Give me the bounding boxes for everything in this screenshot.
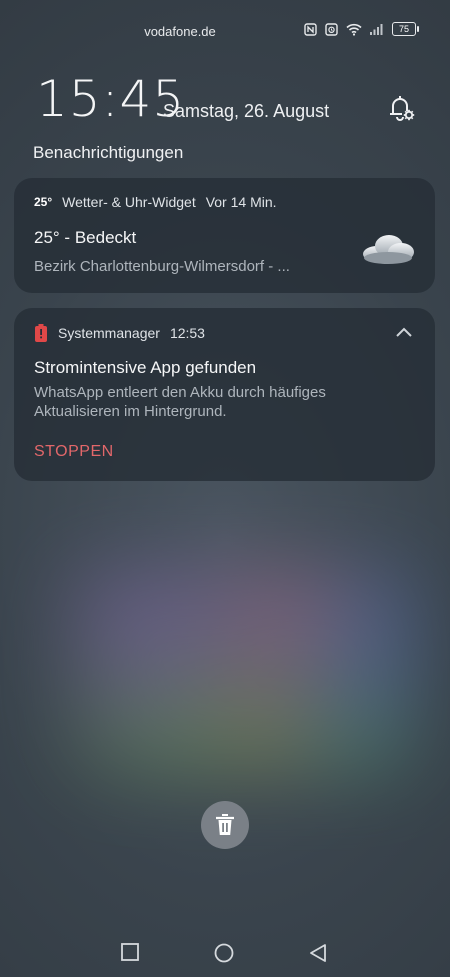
wallpaper-blur [60,560,420,780]
trash-icon [216,814,234,835]
notification-body-line1: WhatsApp entleert den Akku durch häufige… [34,384,326,401]
notification-header: 25° Wetter- & Uhr-Widget Vor 14 Min. [34,194,277,210]
notification-time: Vor 14 Min. [205,194,277,210]
collapse-chevron-icon[interactable] [395,326,413,338]
cloud-icon [363,235,414,264]
weather-notification[interactable]: 25° Wetter- & Uhr-Widget Vor 14 Min. 25°… [14,178,435,293]
nfc-icon [304,22,317,36]
notification-settings-button[interactable] [385,92,417,124]
battery-warning-icon [35,324,47,342]
clear-notifications-button[interactable] [201,801,249,849]
recent-apps-button[interactable] [121,943,139,966]
stop-button[interactable]: STOPPEN [34,443,114,461]
home-button[interactable] [214,943,234,968]
navigation-bar [0,940,450,970]
bell-gear-icon [390,96,415,121]
notification-title: Stromintensive App gefunden [34,358,257,377]
notification-app-name: Systemmanager [58,325,160,341]
lockscreen-date: Samstag, 26. August [163,101,330,121]
notifications-heading: Benachrichtigungen [33,143,184,162]
weather-app-icon: 25° [34,195,53,209]
notification-title: 25° - Bedeckt [34,228,137,247]
alarm-icon [325,22,338,36]
battery-icon: 75 [392,22,419,36]
signal-icon [370,23,384,35]
notification-app-name: Wetter- & Uhr-Widget [62,194,196,210]
wifi-icon [346,23,362,36]
notification-header: Systemmanager 12:53 [34,324,205,342]
status-icons: 75 [304,22,419,36]
system-manager-notification[interactable]: Systemmanager 12:53 Stromintensive App g… [14,308,435,481]
notification-subtitle: Bezirk Charlottenburg-Wilmersdorf - ... [34,258,290,275]
square-icon [121,943,139,961]
back-button[interactable] [309,943,327,968]
notification-body-line2: Aktualisieren im Hintergrund. [34,403,227,420]
status-bar: vodafone.de 75 [0,0,450,60]
circle-icon [214,943,234,963]
back-triangle-icon [310,944,326,962]
notification-time: 12:53 [169,325,205,341]
